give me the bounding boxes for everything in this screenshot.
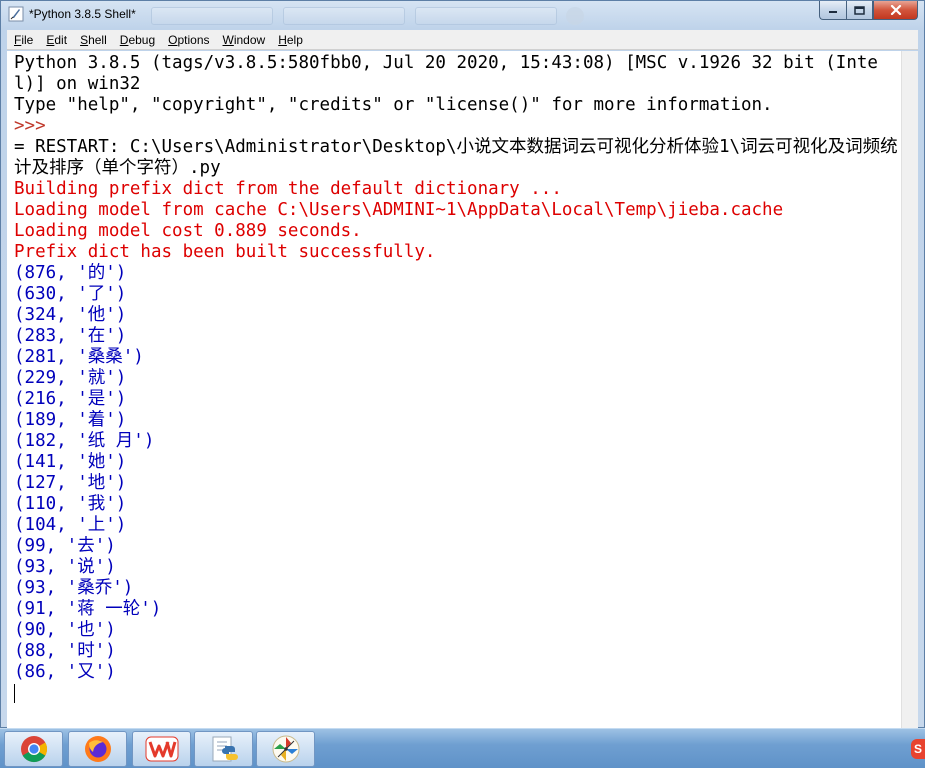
pinwheel-icon xyxy=(272,735,299,763)
window-title: *Python 3.8.5 Shell* xyxy=(29,7,136,21)
shell-output-line: (281, '桑桑') xyxy=(14,347,144,367)
maximize-icon xyxy=(854,5,865,15)
menu-window[interactable]: Window xyxy=(216,30,272,50)
shell-line: Loading model cost 0.889 seconds. xyxy=(14,221,362,241)
menu-help[interactable]: Help xyxy=(271,30,309,50)
shell-output-line: (90, '也') xyxy=(14,620,116,640)
python-idle-icon xyxy=(212,736,238,762)
text-cursor xyxy=(14,684,15,703)
taskbar-wps-button[interactable] xyxy=(132,731,191,767)
shell-output-line: (110, '我') xyxy=(14,494,127,514)
taskbar-python-idle-button[interactable] xyxy=(194,731,253,767)
wps-icon xyxy=(145,736,178,762)
menu-edit[interactable]: Edit xyxy=(39,30,73,50)
shell-output-line: (104, '上') xyxy=(14,515,127,535)
shell-output-line: (99, '去') xyxy=(14,536,116,556)
taskbar-pinwheel-button[interactable] xyxy=(256,731,315,767)
ghost-tab xyxy=(283,7,405,25)
shell-output-line: (182, '纸 月') xyxy=(14,431,155,451)
shell-output-line: (91, '蒋 一轮') xyxy=(14,599,162,619)
shell-text-area[interactable]: Python 3.8.5 (tags/v3.8.5:580fbb0, Jul 2… xyxy=(7,51,903,728)
shell-output-line: (127, '地') xyxy=(14,473,127,493)
shell-output-line: (93, '桑乔') xyxy=(14,578,134,598)
shell-output-line: (229, '就') xyxy=(14,368,127,388)
menu-bar: File Edit Shell Debug Options Window Hel… xyxy=(7,30,918,50)
maximize-button[interactable] xyxy=(846,1,873,20)
taskbar-chrome-button[interactable] xyxy=(4,731,63,767)
shell-line: Type "help", "copyright", "credits" or "… xyxy=(14,95,773,115)
ghost-tab xyxy=(415,7,557,25)
caption-buttons xyxy=(819,1,918,21)
tray-input-method-badge[interactable]: S xyxy=(911,739,925,759)
shell-line: Loading model from cache C:\Users\ADMINI… xyxy=(14,200,784,220)
menu-options[interactable]: Options xyxy=(161,30,215,50)
chrome-icon xyxy=(20,736,47,763)
taskbar: S xyxy=(0,728,925,768)
close-icon xyxy=(890,5,901,15)
shell-line: Prefix dict has been built successfully. xyxy=(14,242,436,262)
shell-output-line: (88, '时') xyxy=(14,641,116,661)
idle-shell-window: *Python 3.8.5 Shell* File Edit Shell Deb… xyxy=(0,0,925,728)
shell-line: Building prefix dict from the default di… xyxy=(14,179,562,199)
minimize-button[interactable] xyxy=(819,1,846,20)
menu-file[interactable]: File xyxy=(7,30,39,50)
shell-input-line[interactable] xyxy=(14,683,903,704)
background-circle xyxy=(566,7,584,25)
ghost-tab xyxy=(151,7,273,25)
shell-output-line: (324, '他') xyxy=(14,305,127,325)
shell-output-line: (141, '她') xyxy=(14,452,127,472)
idle-feather-icon xyxy=(8,6,24,22)
shell-output-line: (876, '的') xyxy=(14,263,127,283)
vertical-scrollbar[interactable] xyxy=(901,51,918,728)
shell-line: Python 3.8.5 (tags/v3.8.5:580fbb0, Jul 2… xyxy=(14,53,878,94)
taskbar-firefox-button[interactable] xyxy=(68,731,127,767)
shell-output-line: (630, '了') xyxy=(14,284,127,304)
close-button[interactable] xyxy=(873,1,918,20)
shell-line: = RESTART: C:\Users\Administrator\Deskto… xyxy=(14,137,898,178)
background-window-tabs xyxy=(151,5,591,25)
shell-output-line: (216, '是') xyxy=(14,389,127,409)
minimize-icon xyxy=(829,11,837,13)
firefox-icon xyxy=(84,736,111,762)
shell-prompt: >>> xyxy=(14,116,57,136)
shell-output-line: (86, '又') xyxy=(14,662,116,682)
shell-output-line: (283, '在') xyxy=(14,326,127,346)
title-bar[interactable]: *Python 3.8.5 Shell* xyxy=(1,1,924,29)
shell-output-line: (93, '说') xyxy=(14,557,116,577)
menu-debug[interactable]: Debug xyxy=(113,30,161,50)
shell-output-line: (189, '着') xyxy=(14,410,127,430)
menu-shell[interactable]: Shell xyxy=(73,30,113,50)
